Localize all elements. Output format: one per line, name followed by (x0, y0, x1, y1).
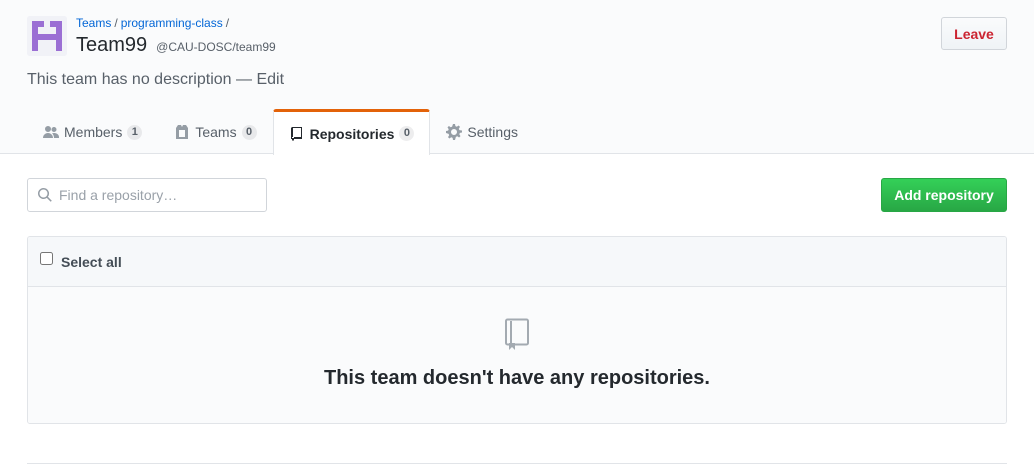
search-icon (38, 188, 52, 202)
tab-teams-count: 0 (241, 124, 257, 140)
find-repository-input[interactable] (59, 187, 259, 203)
tab-settings-label: Settings (467, 124, 518, 140)
blankslate: This team doesn't have any repositories. (28, 287, 1006, 423)
team-handle: @CAU-DOSC/team99 (156, 40, 276, 54)
tab-repositories-count: 0 (399, 126, 415, 141)
repo-icon (290, 126, 302, 141)
breadcrumb: Teams / programming-class / (76, 16, 232, 30)
breadcrumb-teams-link[interactable]: Teams (76, 16, 111, 30)
tab-repositories[interactable]: Repositories 0 (272, 109, 431, 155)
tab-members-count: 1 (127, 124, 143, 140)
select-all-label[interactable]: Select all (61, 254, 122, 270)
breadcrumb-org-team-link[interactable]: programming-class (121, 16, 223, 30)
add-repository-button[interactable]: Add repository (881, 178, 1007, 212)
repo-icon (505, 318, 529, 350)
tab-repositories-label: Repositories (309, 125, 395, 142)
tab-members-label: Members (64, 124, 123, 140)
find-repository-field[interactable] (27, 178, 267, 212)
breadcrumb-separator: / (114, 16, 118, 30)
team-header: Teams / programming-class / Team99 @CAU-DOS… (0, 0, 1034, 155)
repository-list: Select all This team doesn't have any re… (27, 236, 1007, 424)
team-tabs: Members 1 Teams 0 Repositories 0 Setting… (27, 109, 534, 155)
tab-teams[interactable]: Teams 0 (158, 109, 272, 154)
tab-settings[interactable]: Settings (430, 109, 534, 154)
tab-teams-label: Teams (195, 124, 237, 140)
breadcrumb-separator: / (225, 16, 230, 30)
select-all-checkbox[interactable] (40, 252, 53, 265)
jersey-icon (176, 125, 189, 139)
team-name: Team99 (76, 34, 148, 56)
tab-members[interactable]: Members 1 (27, 109, 158, 154)
person-icon (43, 126, 59, 138)
footer-divider (27, 463, 1007, 464)
team-title: Team99 @CAU-DOSC/team99 (76, 34, 276, 57)
empty-state-message: This team doesn't have any repositories. (324, 367, 710, 389)
team-description[interactable]: This team has no description — Edit (27, 71, 284, 89)
team-avatar[interactable] (27, 16, 67, 56)
repository-list-header: Select all (28, 237, 1006, 287)
leave-button[interactable]: Leave (941, 17, 1007, 50)
gear-icon (446, 124, 463, 140)
